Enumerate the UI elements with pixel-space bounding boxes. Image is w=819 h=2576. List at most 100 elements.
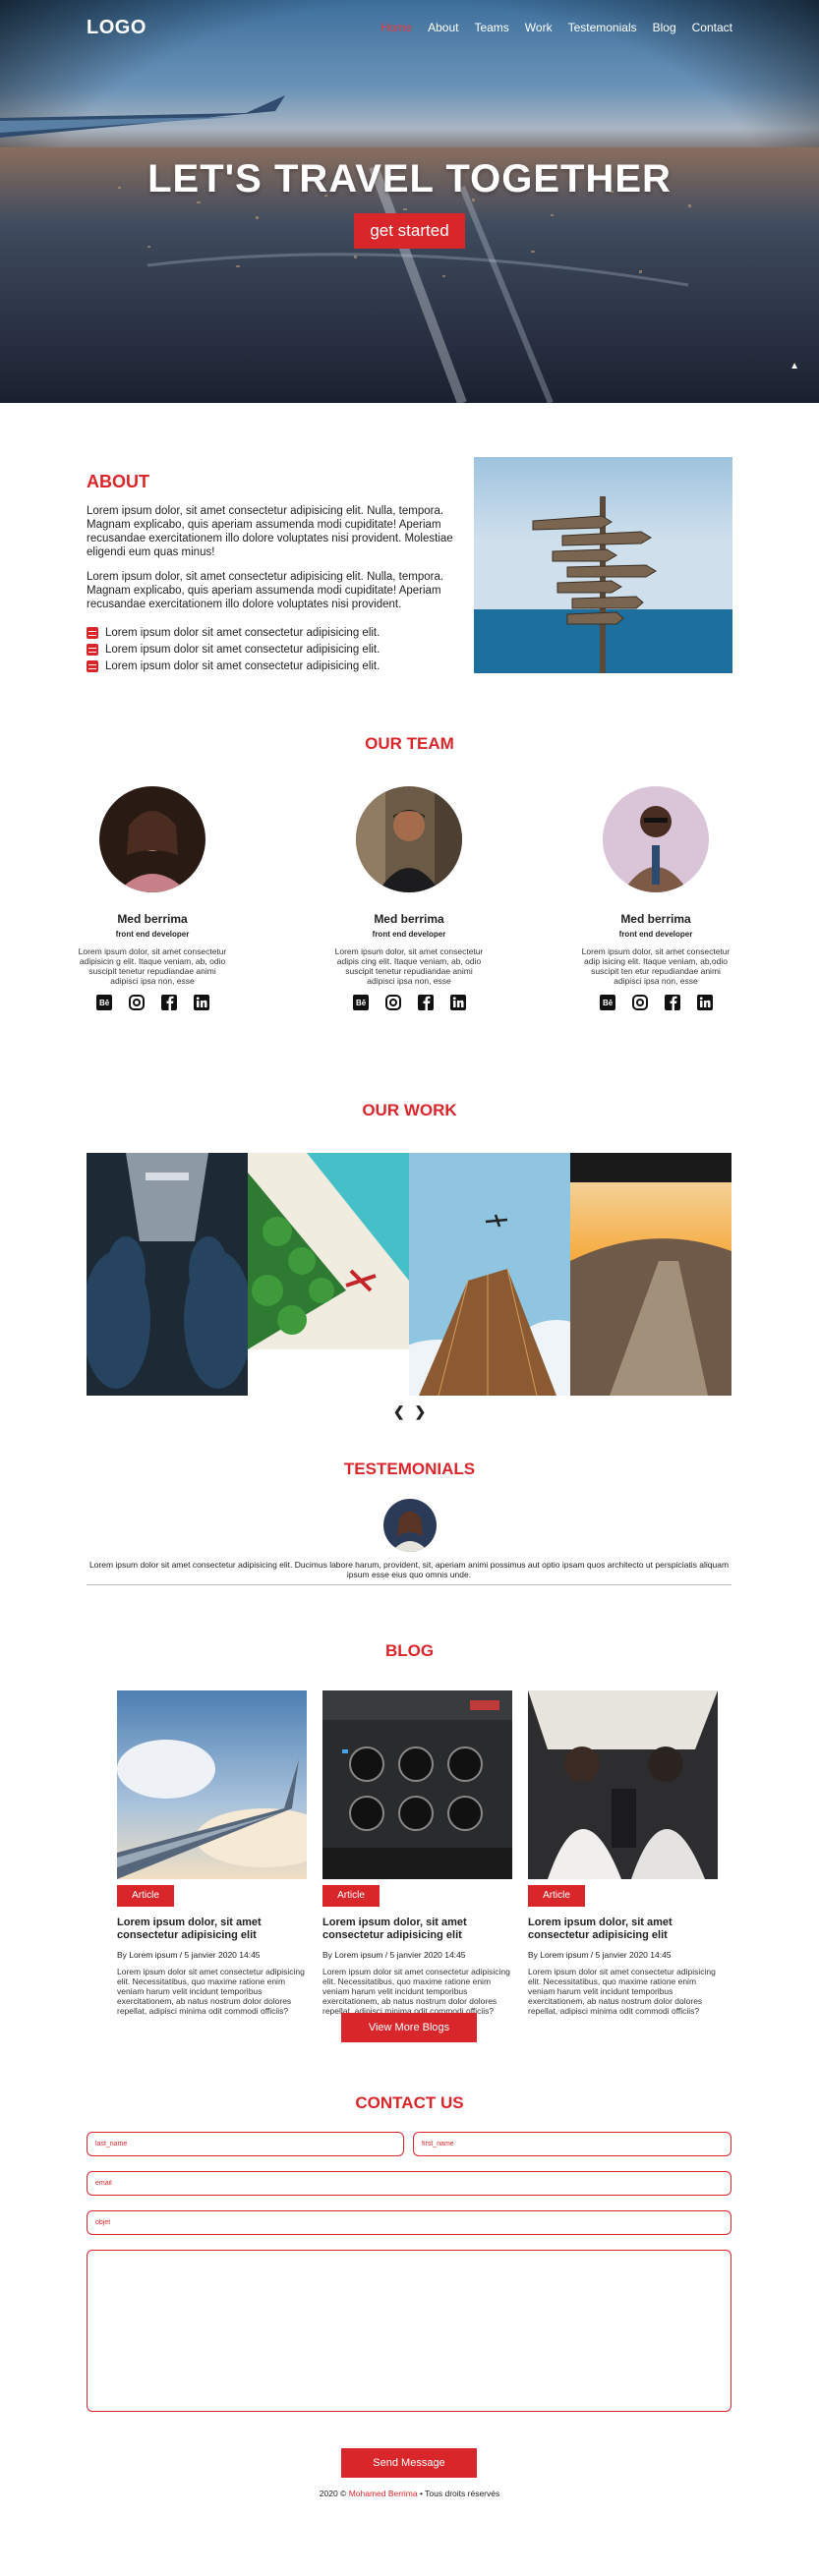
facebook-icon[interactable] <box>664 994 681 1011</box>
about-paragraph-1: Lorem ipsum dolor, sit amet consectetur … <box>87 505 453 558</box>
list-bullet-icon <box>87 643 98 656</box>
blog-heading: BLOG <box>384 1641 435 1660</box>
team-section: OUR TEAM Med berrima front end developer… <box>0 708 819 1101</box>
article-badge: Article <box>528 1885 585 1907</box>
blog-title[interactable]: Lorem ipsum dolor, sit amet consectetur … <box>528 1917 718 1942</box>
gallery-image-skyscraper[interactable] <box>409 1153 570 1396</box>
member-role: front end developer <box>115 930 190 939</box>
gallery-controls: ❮ ❯ <box>0 1403 819 1420</box>
article-badge: Article <box>322 1885 380 1907</box>
member-name: Med berrima <box>374 912 444 926</box>
message-field[interactable] <box>87 2250 731 2412</box>
blog-meta: By Lorem ipsum / 5 janvier 2020 14:45 <box>528 1950 672 1960</box>
svg-text:Bē: Bē <box>603 999 614 1007</box>
nav-link-work[interactable]: Work <box>525 21 553 34</box>
avatar <box>603 786 709 892</box>
article-badge: Article <box>117 1885 174 1907</box>
first-name-field[interactable] <box>413 2132 731 2156</box>
list-item: Lorem ipsum dolor sit amet consectetur a… <box>87 624 380 641</box>
blog-image-pilots <box>528 1690 718 1879</box>
facebook-icon[interactable] <box>160 994 178 1011</box>
linkedin-icon[interactable] <box>449 994 467 1011</box>
blog-meta: By Lorem ipsum / 5 janvier 2020 14:45 <box>322 1950 466 1960</box>
nav-link-contact[interactable]: Contact <box>692 21 732 34</box>
nav-link-blog[interactable]: Blog <box>653 21 676 34</box>
hero-title: LET'S TRAVEL TOGETHER <box>147 157 672 200</box>
caret-up-icon[interactable]: ▲ <box>790 361 799 372</box>
gallery-image-cabin[interactable] <box>87 1153 248 1396</box>
blog-card[interactable]: Article Lorem ipsum dolor, sit amet cons… <box>117 1690 307 2016</box>
blog-image-wing <box>117 1690 307 1879</box>
testimonial-quote: Lorem ipsum dolor sit amet consectetur a… <box>88 1560 730 1579</box>
about-paragraph-2: Lorem ipsum dolor, sit amet consectetur … <box>87 571 444 610</box>
team-member-card: Med berrima front end developer Lorem ip… <box>330 786 488 1011</box>
nav-menu: Home About Teams Work Testemonials Blog … <box>380 21 732 34</box>
view-more-blogs-button[interactable]: View More Blogs <box>341 2013 477 2042</box>
divider <box>87 1584 731 1585</box>
avatar <box>383 1499 437 1552</box>
blog-image-instruments <box>322 1690 512 1879</box>
member-role: front end developer <box>372 930 446 939</box>
team-heading: OUR TEAM <box>365 734 454 753</box>
about-section: ABOUT Lorem ipsum dolor, sit amet consec… <box>0 403 819 708</box>
list-bullet-icon <box>87 659 98 672</box>
behance-icon[interactable]: Bē <box>352 994 370 1011</box>
blog-title[interactable]: Lorem ipsum dolor, sit amet consectetur … <box>322 1917 512 1942</box>
avatar <box>99 786 205 892</box>
blog-excerpt: Lorem ipsum dolor sit amet consectetur a… <box>528 1967 716 2016</box>
instagram-icon[interactable] <box>384 994 402 1011</box>
behance-icon[interactable]: Bē <box>95 994 113 1011</box>
instagram-icon[interactable] <box>631 994 649 1011</box>
get-started-button[interactable]: get started <box>354 213 465 249</box>
linkedin-icon[interactable] <box>696 994 714 1011</box>
facebook-icon[interactable] <box>417 994 435 1011</box>
subject-field[interactable] <box>87 2210 731 2235</box>
team-member-card: Med berrima front end developer Lorem ip… <box>577 786 734 1011</box>
top-nav: LOGO Home About Teams Work Testemonials … <box>87 16 732 39</box>
send-message-button[interactable]: Send Message <box>341 2448 477 2478</box>
gallery-image-beach[interactable] <box>248 1153 409 1396</box>
chevron-right-icon[interactable]: ❯ <box>414 1403 426 1419</box>
footer-author-link[interactable]: Mohamed Berrima <box>349 2489 418 2498</box>
list-item-text: Lorem ipsum dolor sit amet consectetur a… <box>105 659 380 672</box>
member-role: front end developer <box>618 930 693 939</box>
blog-excerpt: Lorem ipsum dolor sit amet consectetur a… <box>322 1967 510 2016</box>
blog-card[interactable]: Article Lorem ipsum dolor, sit amet cons… <box>322 1690 512 2016</box>
avatar <box>356 786 462 892</box>
linkedin-icon[interactable] <box>193 994 210 1011</box>
list-item-text: Lorem ipsum dolor sit amet consectetur a… <box>105 626 380 639</box>
member-name: Med berrima <box>620 912 691 926</box>
testimonials-section: TESTEMONIALS Lorem ipsum dolor sit amet … <box>0 1460 819 1631</box>
work-gallery <box>87 1153 731 1396</box>
member-description: Lorem ipsum dolor, sit amet consectetur … <box>581 946 731 986</box>
contact-section: CONTACT US Send Message 2020 © Mohamed B… <box>0 2093 819 2561</box>
airplane-wing-graphic <box>0 95 285 138</box>
team-member-card: Med berrima front end developer Lorem ip… <box>74 786 231 1011</box>
hero-section: LOGO Home About Teams Work Testemonials … <box>0 0 819 403</box>
signpost-photo <box>474 457 732 673</box>
work-section: OUR WORK ❮ ❯ <box>0 1101 819 1460</box>
blog-excerpt: Lorem ipsum dolor sit amet consectetur a… <box>117 1967 305 2016</box>
last-name-field[interactable] <box>87 2132 404 2156</box>
list-bullet-icon <box>87 626 98 639</box>
nav-link-home[interactable]: Home <box>380 21 412 34</box>
footer-prefix: 2020 © <box>319 2489 347 2498</box>
blog-card[interactable]: Article Lorem ipsum dolor, sit amet cons… <box>528 1690 718 2016</box>
footer-copyright: 2020 © Mohamed Berrima • Tous droits rés… <box>0 2489 819 2498</box>
work-heading: OUR WORK <box>362 1101 457 1119</box>
blog-title[interactable]: Lorem ipsum dolor, sit amet consectetur … <box>117 1917 307 1942</box>
nav-link-teams[interactable]: Teams <box>474 21 508 34</box>
blog-section: BLOG Article Lorem ipsum dolor, sit amet… <box>0 1631 819 2093</box>
behance-icon[interactable]: Bē <box>599 994 616 1011</box>
gallery-image-cockpit-sunset[interactable] <box>570 1153 731 1396</box>
testimonials-heading: TESTEMONIALS <box>343 1460 476 1478</box>
list-item: Lorem ipsum dolor sit amet consectetur a… <box>87 658 380 674</box>
instagram-icon[interactable] <box>128 994 146 1011</box>
email-field[interactable] <box>87 2171 731 2196</box>
nav-link-about[interactable]: About <box>428 21 458 34</box>
member-description: Lorem ipsum dolor, sit amet consectetur … <box>78 946 227 986</box>
nav-link-testemonials[interactable]: Testemonials <box>568 21 637 34</box>
chevron-left-icon[interactable]: ❮ <box>393 1403 405 1419</box>
list-item-text: Lorem ipsum dolor sit amet consectetur a… <box>105 643 380 656</box>
site-logo[interactable]: LOGO <box>87 17 146 39</box>
